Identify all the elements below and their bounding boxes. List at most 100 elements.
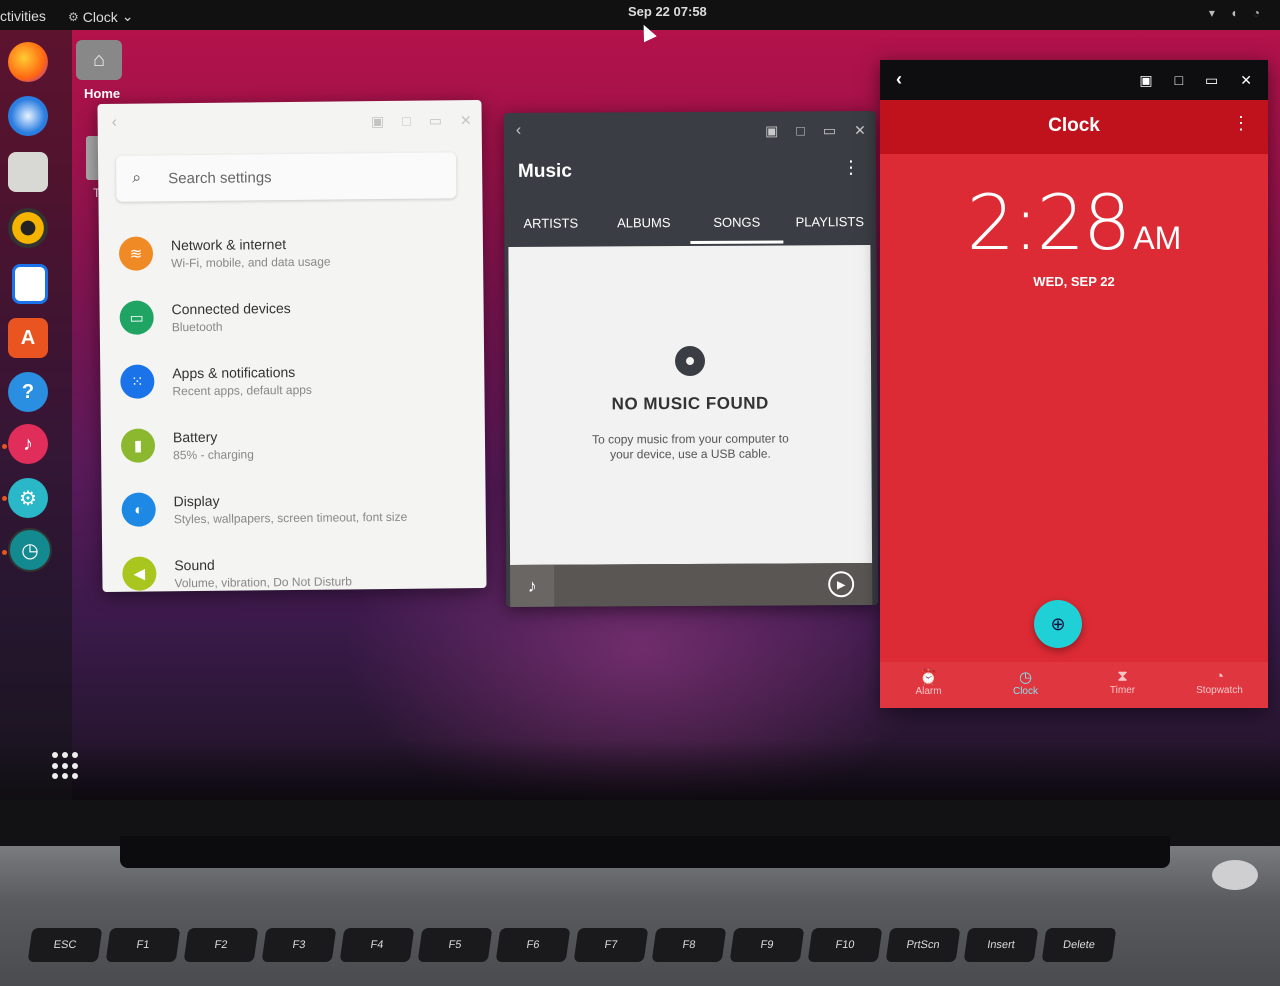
restore-icon[interactable]: □ [402, 113, 411, 129]
clock-app-bar: Clock ⋮ [880, 100, 1268, 154]
power-button[interactable] [1212, 860, 1258, 890]
clock-app-icon[interactable]: ◷ [8, 528, 52, 572]
thunderbird-icon[interactable] [8, 96, 48, 136]
nav-label: Alarm [915, 686, 942, 697]
back-arrow-icon[interactable]: ‹ [516, 122, 521, 140]
clock-window: ‹ ▣ □ ▭ ✕ Clock ⋮ 2:28 AM WED, SEP 22 ⊕ ⏰… [880, 60, 1268, 708]
key-esc[interactable]: ESC [27, 928, 103, 962]
key-f1[interactable]: F1 [105, 928, 181, 962]
key-delete[interactable]: Delete [1041, 928, 1117, 962]
key-insert[interactable]: Insert [963, 928, 1039, 962]
running-indicator [2, 444, 7, 449]
key-f10[interactable]: F10 [807, 928, 883, 962]
search-settings-field[interactable]: ⌕ Search settings [115, 152, 457, 202]
music-tabs: ARTISTS ALBUMS SONGS PLAYLISTS [504, 199, 876, 245]
clock-date: WED, SEP 22 [1033, 274, 1115, 289]
key-f4[interactable]: F4 [339, 928, 415, 962]
screen: ctivities ⚙ Clock ⌄ Sep 22 07:58 ▾ ◖ ◔ A… [0, 0, 1280, 800]
maximize-icon[interactable]: ▭ [1205, 72, 1218, 89]
settings-item-title: Apps & notifications [172, 363, 296, 381]
settings-item-subtitle: Bluetooth [171, 319, 223, 334]
settings-titlebar: ‹ ▣ □ ▭ ✕ [97, 100, 481, 144]
clock-ampm: AM [1133, 220, 1182, 256]
overflow-menu-icon[interactable]: ⋮ [842, 157, 860, 178]
key-f8[interactable]: F8 [651, 928, 727, 962]
settings-item-subtitle: Volume, vibration, Do Not Disturb [174, 573, 352, 590]
settings-app-icon[interactable]: ⚙ [8, 478, 48, 518]
settings-window: ‹ ▣ □ ▭ ✕ ⌕ Search settings ≋ Network & … [97, 100, 487, 592]
firefox-icon[interactable] [8, 42, 48, 82]
world-clock-button[interactable]: ⊕ [1034, 600, 1082, 648]
music-titlebar: ‹ ▣ □ ▭ ✕ [504, 111, 876, 151]
settings-item-connected-devices[interactable]: ▭ Connected devices Bluetooth [119, 282, 470, 350]
software-center-icon[interactable]: A [8, 318, 48, 358]
display-icon: ◐ [121, 492, 156, 527]
writer-icon[interactable] [12, 264, 48, 304]
restore-icon[interactable]: □ [1175, 72, 1183, 88]
rhythmbox-icon[interactable] [8, 208, 48, 248]
app-menu-gear-icon: ⚙ [68, 9, 79, 24]
nav-stopwatch[interactable]: ◔ Stopwatch [1171, 662, 1268, 708]
close-icon[interactable]: ✕ [460, 112, 472, 129]
back-arrow-icon[interactable]: ‹ [896, 69, 902, 90]
nav-timer[interactable]: ⧗ Timer [1074, 662, 1171, 708]
maximize-icon[interactable]: ▭ [429, 112, 442, 129]
settings-item-title: Sound [174, 556, 215, 573]
alarm-icon: ⏰ [919, 669, 938, 686]
files-icon[interactable] [8, 152, 48, 192]
app-menu[interactable]: ⚙ Clock ⌄ [68, 8, 134, 25]
settings-item-title: Network & internet [170, 235, 287, 253]
key-prtscn[interactable]: PrtScn [885, 928, 961, 962]
nav-clock[interactable]: ◷ Clock [977, 662, 1074, 708]
key-f7[interactable]: F7 [573, 928, 649, 962]
tab-albums[interactable]: ALBUMS [597, 200, 690, 244]
settings-item-subtitle: 85% - charging [173, 446, 254, 462]
tab-songs[interactable]: SONGS [690, 200, 783, 244]
battery-icon: ▮ [120, 428, 156, 463]
music-app-bar: Music ⋮ [504, 149, 876, 201]
search-icon: ⌕ [132, 169, 142, 187]
stopwatch-icon: ◔ [1214, 668, 1225, 685]
key-f5[interactable]: F5 [417, 928, 493, 962]
home-folder-icon[interactable]: ⌂ [76, 40, 122, 80]
back-arrow-icon[interactable]: ‹ [112, 114, 118, 132]
app-menu-label: Clock [82, 8, 118, 25]
tab-playlists[interactable]: PLAYLISTS [783, 199, 876, 243]
system-tray[interactable]: ▾ ◖ ◔ [1209, 6, 1266, 20]
running-indicator [2, 550, 7, 555]
activities-button[interactable]: ctivities [0, 8, 46, 24]
nav-alarm[interactable]: ⏰ Alarm [880, 662, 977, 708]
clock-icon: ◷ [1018, 669, 1033, 686]
settings-item-display[interactable]: ◐ Display Styles, wallpapers, screen tim… [121, 474, 472, 542]
help-icon[interactable]: ? [8, 372, 48, 412]
settings-item-battery[interactable]: ▮ Battery 85% - charging [120, 410, 472, 478]
pip-icon[interactable]: ▣ [765, 122, 778, 139]
pip-icon[interactable]: ▣ [371, 113, 384, 130]
clock-titlebar: ‹ ▣ □ ▭ ✕ [880, 60, 1268, 100]
music-app-icon[interactable]: ♪ [8, 424, 48, 464]
close-icon[interactable]: ✕ [1240, 72, 1252, 89]
apps-icon: ⁙ [120, 364, 155, 399]
pip-icon[interactable]: ▣ [1139, 72, 1152, 89]
clock-time: 2:28 AM [880, 178, 1268, 267]
key-f9[interactable]: F9 [729, 928, 805, 962]
tab-artists[interactable]: ARTISTS [504, 200, 597, 244]
date-time[interactable]: Sep 22 07:58 [628, 4, 707, 19]
settings-item-apps[interactable]: ⁙ Apps & notifications Recent apps, defa… [120, 346, 471, 414]
overflow-menu-icon[interactable]: ⋮ [1232, 113, 1250, 134]
music-note-icon: ♪ [510, 564, 555, 607]
keyboard-function-row: ESC F1 F2 F3 F4 F5 F6 F7 F8 F9 F10 PrtScn Insert Dele… [27, 928, 1280, 968]
key-f6[interactable]: F6 [495, 928, 571, 962]
settings-item-network[interactable]: ≋ Network & internet Wi-Fi, mobile, and … [118, 218, 470, 286]
running-indicator [2, 496, 7, 501]
maximize-icon[interactable]: ▭ [823, 122, 836, 139]
play-button[interactable]: ▶ [828, 571, 855, 598]
restore-icon[interactable]: □ [796, 122, 805, 138]
key-f2[interactable]: F2 [183, 928, 259, 962]
show-applications-icon[interactable] [52, 752, 80, 780]
settings-list: ≋ Network & internet Wi-Fi, mobile, and … [118, 218, 473, 606]
settings-item-sound[interactable]: ◀ Sound Volume, vibration, Do Not Distur… [122, 538, 473, 606]
close-icon[interactable]: ✕ [854, 122, 866, 139]
nav-label: Timer [1109, 685, 1136, 696]
key-f3[interactable]: F3 [261, 928, 337, 962]
